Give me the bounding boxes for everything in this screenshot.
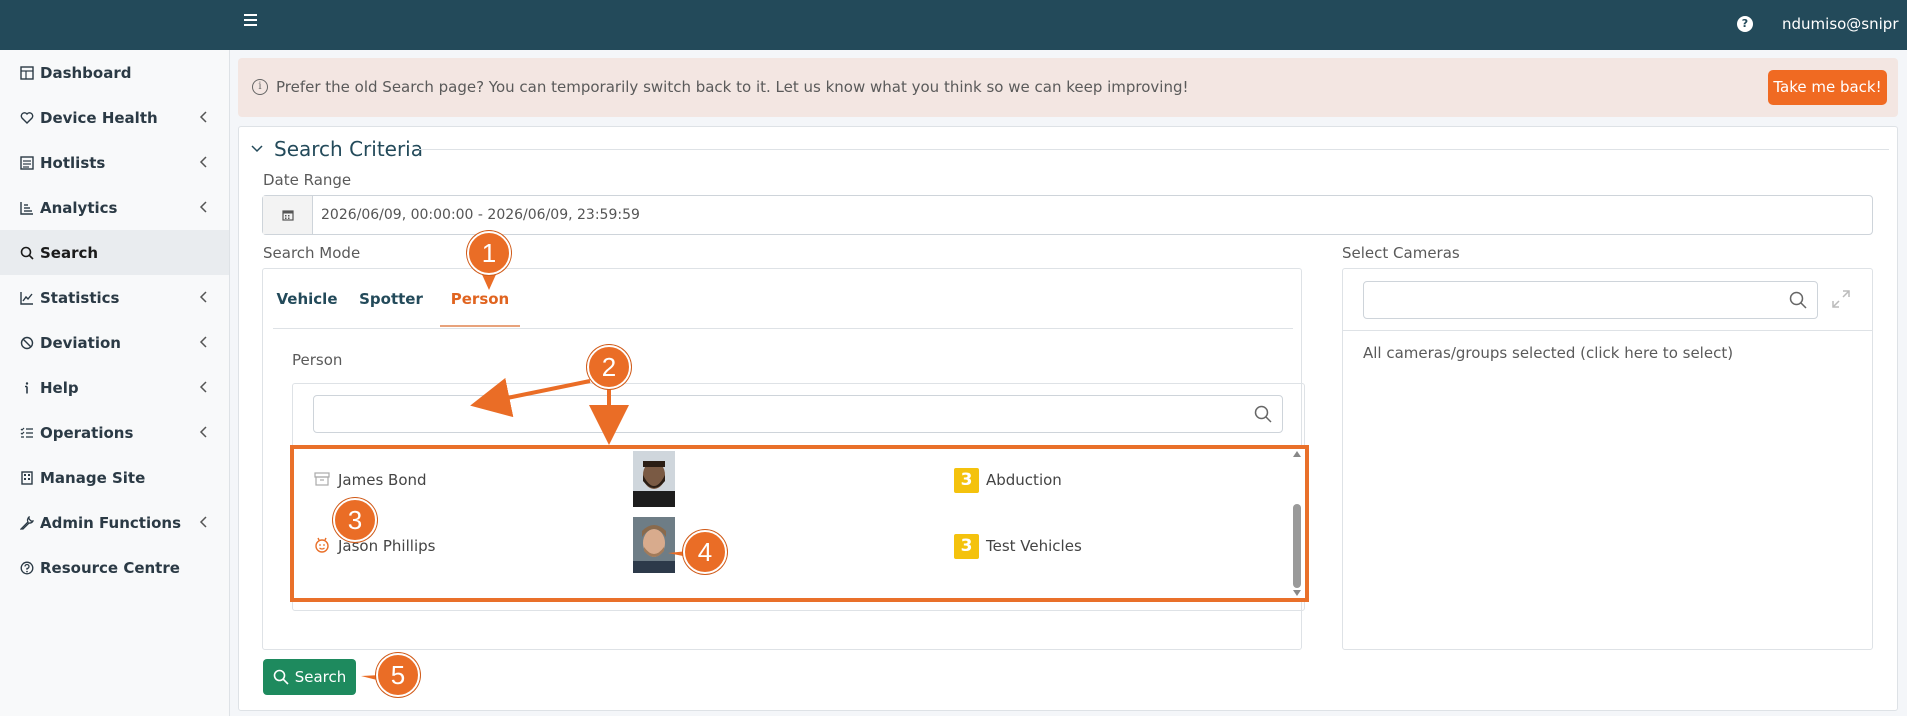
callout-marker: 3 (333, 498, 377, 542)
cameras-divider (1343, 330, 1872, 331)
calendar-icon[interactable] (263, 196, 313, 234)
face-photo[interactable] (633, 451, 675, 507)
info-icon (20, 381, 34, 395)
chevron-left-icon (199, 201, 207, 213)
callout-marker: 2 (587, 345, 631, 389)
sidebar-item-label: Device Health (40, 108, 158, 127)
sidebar-item-label: Manage Site (40, 468, 146, 487)
date-range-input[interactable]: 2026/06/09, 00:00:00 - 2026/06/09, 23:59… (321, 207, 640, 223)
chevron-left-icon (199, 516, 207, 528)
wrench-icon (20, 515, 34, 530)
person-search-input[interactable] (313, 395, 1283, 433)
sidebar-item-admin-functions[interactable]: Admin Functions (0, 500, 229, 545)
sidebar-item-label: Resource Centre (40, 558, 180, 577)
sidebar-item-label: Deviation (40, 333, 121, 352)
sidebar-item-hotlists[interactable]: Hotlists (0, 140, 229, 185)
search-button-label: Search (294, 668, 347, 686)
scroll-down-arrow[interactable] (1293, 590, 1301, 596)
sidebar-item-device-health[interactable]: Device Health (0, 95, 229, 140)
sidebar-item-dashboard[interactable]: Dashboard (0, 50, 229, 95)
callout-marker: 1 (467, 231, 511, 275)
sidebar-item-search[interactable]: Search (0, 230, 229, 275)
take-me-back-button[interactable]: Take me back! (1768, 70, 1887, 105)
sidebar-item-label: Admin Functions (40, 513, 181, 532)
top-navbar: ? ndumiso@snipr (0, 0, 1907, 50)
checklist-icon (20, 426, 34, 440)
date-range-field[interactable]: 2026/06/09, 00:00:00 - 2026/06/09, 23:59… (262, 195, 1873, 235)
chevron-left-icon (199, 291, 207, 303)
sidebar-item-label: Dashboard (40, 63, 132, 82)
ban-icon (20, 336, 34, 350)
user-menu[interactable]: ndumiso@snipr (1782, 15, 1898, 33)
chevron-left-icon (199, 381, 207, 393)
banner-text: Prefer the old Search page? You can temp… (276, 78, 1189, 96)
callout-marker: 5 (376, 653, 420, 697)
list-icon (20, 155, 34, 170)
person-list: James Bond 3 Abduction Jason Phillips 3 … (290, 445, 1309, 602)
tab-vehicle[interactable]: Vehicle (275, 281, 339, 327)
sidebar-item-resource-centre[interactable]: Resource Centre (0, 545, 229, 590)
sidebar-item-label: Search (40, 243, 99, 262)
old-search-banner: i Prefer the old Search page? You can te… (238, 58, 1898, 117)
sidebar-item-label: Hotlists (40, 153, 106, 172)
person-group: Test Vehicles (986, 537, 1082, 555)
person-name: James Bond (338, 471, 427, 489)
sidebar-item-label: Analytics (40, 198, 118, 217)
bar-chart-icon (20, 201, 34, 215)
hamburger-icon[interactable] (244, 14, 260, 28)
tab-person[interactable]: Person (440, 281, 520, 327)
sidebar-item-manage-site[interactable]: Manage Site (0, 455, 229, 500)
chevron-left-icon (199, 156, 207, 168)
info-icon: i (252, 79, 268, 95)
chevron-left-icon (199, 426, 207, 438)
sidebar: Dashboard Device Health Hotlists Analyti… (0, 50, 230, 716)
group-count-badge: 3 (954, 534, 979, 559)
title-divider (419, 149, 1889, 150)
building-icon (20, 470, 34, 485)
list-scrollbar[interactable] (1289, 449, 1305, 598)
person-label: Person (292, 351, 343, 369)
archive-icon (314, 472, 330, 486)
group-count-badge: 3 (954, 468, 979, 493)
list-item[interactable]: Jason Phillips 3 Test Vehicles (294, 515, 1294, 575)
sidebar-item-analytics[interactable]: Analytics (0, 185, 229, 230)
sidebar-item-operations[interactable]: Operations (0, 410, 229, 455)
chevron-down-icon[interactable] (251, 144, 263, 154)
line-chart-icon (20, 291, 34, 305)
search-icon (273, 669, 289, 685)
face-photo[interactable] (633, 517, 675, 573)
sidebar-item-label: Operations (40, 423, 134, 442)
tabs-divider (273, 328, 1293, 329)
select-cameras-panel: All cameras/groups selected (click here … (1342, 268, 1873, 650)
search-criteria-title[interactable]: Search Criteria (274, 137, 423, 161)
sidebar-item-label: Help (40, 378, 79, 397)
cameras-selection-text[interactable]: All cameras/groups selected (click here … (1363, 344, 1733, 362)
camera-search-input[interactable] (1363, 281, 1818, 319)
person-group: Abduction (986, 471, 1062, 489)
search-button[interactable]: Search (263, 659, 356, 695)
help-circle-icon (20, 561, 34, 575)
tab-spotter[interactable]: Spotter (355, 281, 427, 327)
heart-pulse-icon (20, 111, 34, 125)
sidebar-item-label: Statistics (40, 288, 120, 307)
callout-marker: 4 (683, 530, 727, 574)
sidebar-item-deviation[interactable]: Deviation (0, 320, 229, 365)
expand-icon[interactable] (1831, 289, 1851, 309)
sidebar-item-help[interactable]: Help (0, 365, 229, 410)
chevron-left-icon (199, 111, 207, 123)
search-icon[interactable] (1254, 405, 1272, 423)
scroll-up-arrow[interactable] (1293, 451, 1301, 457)
list-item[interactable]: James Bond 3 Abduction (294, 449, 1294, 509)
select-cameras-label: Select Cameras (1342, 244, 1460, 262)
sidebar-item-statistics[interactable]: Statistics (0, 275, 229, 320)
question-circle-icon[interactable]: ? (1737, 16, 1753, 32)
search-icon[interactable] (1789, 291, 1807, 309)
search-mode-label: Search Mode (263, 244, 361, 262)
scroll-thumb[interactable] (1293, 504, 1301, 588)
face-id-icon (315, 537, 329, 553)
search-icon (20, 246, 34, 260)
date-range-label: Date Range (263, 171, 352, 189)
dashboard-icon (20, 65, 34, 80)
chevron-left-icon (199, 336, 207, 348)
